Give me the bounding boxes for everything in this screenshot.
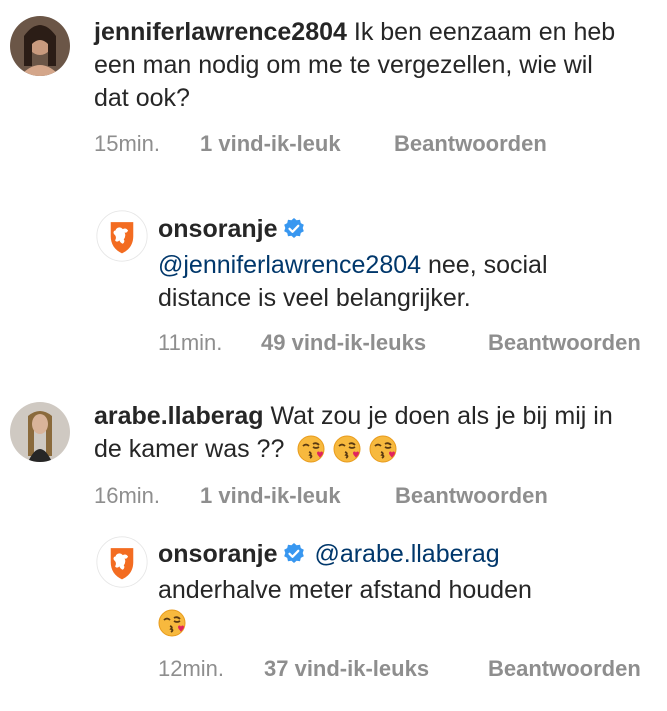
face-blowing-kiss-emoji bbox=[333, 435, 362, 472]
username[interactable]: onsoranje bbox=[158, 540, 277, 568]
avatar-onsoranje[interactable] bbox=[96, 536, 148, 588]
timestamp: 12min. bbox=[158, 656, 225, 681]
timestamp: 11min. bbox=[158, 330, 223, 355]
comment-text: arabe.llaberag Wat zou je doen als je bi… bbox=[94, 400, 644, 472]
comment-meta: 16min. 1 vind-ik-leuk Beantwoorden bbox=[94, 483, 654, 509]
username[interactable]: arabe.llaberag bbox=[94, 402, 264, 430]
likes-count[interactable]: 49 vind-ik-leuks bbox=[261, 330, 426, 356]
username[interactable]: onsoranje bbox=[158, 215, 277, 243]
face-blowing-kiss-emoji bbox=[369, 435, 398, 472]
likes-count[interactable]: 1 vind-ik-leuk bbox=[200, 131, 341, 157]
emoji-row bbox=[297, 435, 405, 463]
reply-button[interactable]: Beantwoorden bbox=[488, 656, 641, 682]
avatar-jenniferlawrence2804[interactable] bbox=[10, 16, 70, 76]
comment-body: anderhalve meter afstand houden bbox=[158, 576, 532, 604]
reply-button[interactable]: Beantwoorden bbox=[394, 131, 547, 157]
reply-button[interactable]: Beantwoorden bbox=[395, 483, 548, 509]
comment-meta: 12min. 37 vind-ik-leuks Beantwoorden bbox=[158, 656, 658, 682]
face-blowing-kiss-emoji bbox=[158, 609, 186, 646]
avatar-onsoranje[interactable] bbox=[96, 210, 148, 262]
verified-badge-icon bbox=[283, 216, 306, 249]
verified-badge-icon bbox=[283, 541, 306, 574]
comment-text: jenniferlawrence2804 Ik ben eenzaam en h… bbox=[94, 16, 634, 115]
likes-count[interactable]: 37 vind-ik-leuks bbox=[264, 656, 429, 682]
mention-link[interactable]: @jenniferlawrence2804 bbox=[158, 251, 421, 279]
reply-button[interactable]: Beantwoorden bbox=[488, 330, 641, 356]
comment-meta: 11min. 49 vind-ik-leuks Beantwoorden bbox=[158, 330, 658, 356]
likes-count[interactable]: 1 vind-ik-leuk bbox=[200, 483, 341, 509]
avatar-arabe-llaberag[interactable] bbox=[10, 402, 70, 462]
timestamp: 15min. bbox=[94, 131, 161, 156]
face-blowing-kiss-emoji bbox=[297, 435, 326, 472]
comment-meta: 15min. 1 vind-ik-leuk Beantwoorden bbox=[94, 131, 654, 157]
username[interactable]: jenniferlawrence2804 bbox=[94, 18, 347, 46]
comment-text: onsoranje @jenniferlawrence2804 nee, soc… bbox=[158, 213, 638, 315]
comment-text: onsoranje @arabe.llaberag anderhalve met… bbox=[158, 538, 638, 646]
timestamp: 16min. bbox=[94, 483, 161, 508]
mention-link[interactable]: @arabe.llaberag bbox=[314, 540, 499, 568]
